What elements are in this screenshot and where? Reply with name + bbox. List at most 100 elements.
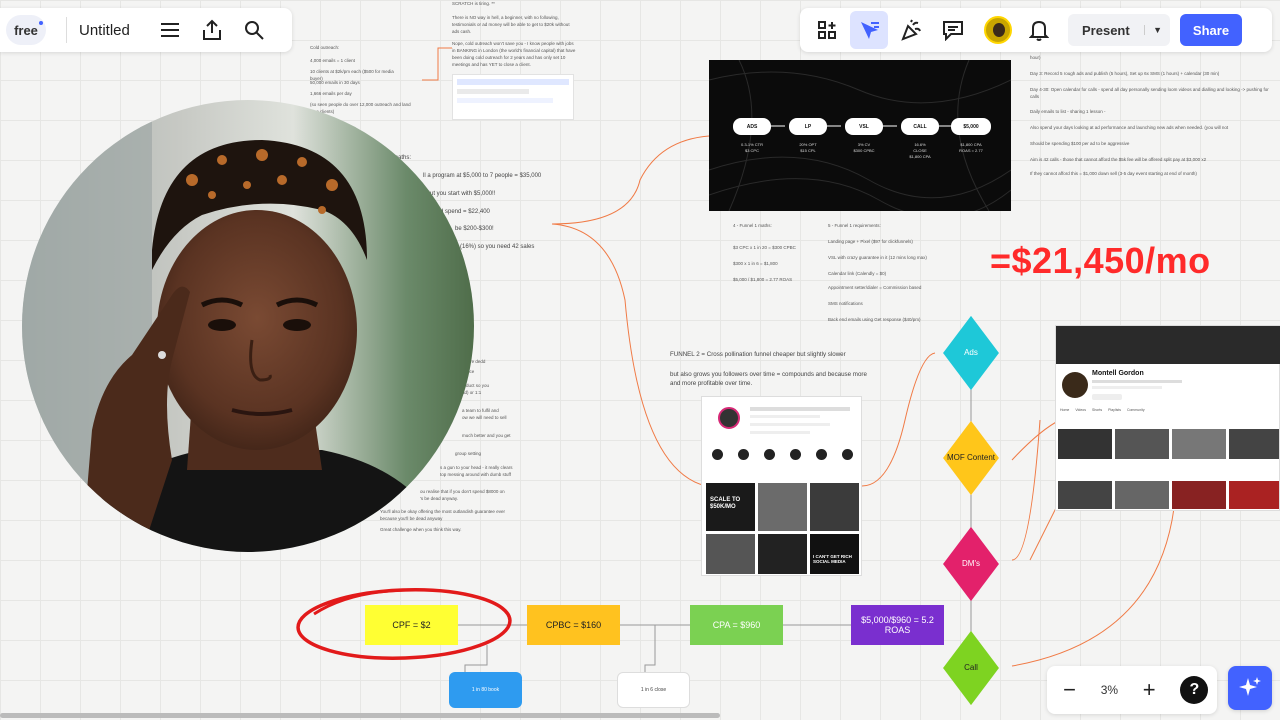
zoom-level[interactable]: 3% <box>1101 683 1118 697</box>
yt-channel-name: Montell Gordon <box>1092 370 1144 377</box>
zoom-controls: − 3% + ? <box>1047 666 1217 714</box>
funnel1-req-2: VSL with crazy guarantee in it (12 mins … <box>828 255 927 260</box>
right-note-5: Should be spending $100 per ad to be agg… <box>1030 141 1130 146</box>
funnel1-math-2: $300 x 1 in 6 = $1,800 <box>733 261 778 266</box>
funnel1-math-3: $5,000 / $1,800 = 2.77 ROAS <box>733 277 793 282</box>
funnel2-line2: but also grows you followers over time =… <box>670 371 867 387</box>
revenue-headline: =$21,450/mo <box>990 240 1211 281</box>
youtube-channel-screenshot: Montell Gordon Home Videos Shorts Playli… <box>1055 325 1280 511</box>
flow-step-call-label: Call <box>964 663 978 672</box>
presenter-portrait <box>22 100 474 552</box>
yt-video-3 <box>1172 429 1226 459</box>
zoom-out-button[interactable]: − <box>1056 677 1084 703</box>
red-highlight-circle <box>296 588 512 660</box>
funnel-stat-sale: $1,800 CPA ROAS = 2.77 <box>959 142 983 153</box>
notifications-bell-icon[interactable] <box>1020 11 1058 49</box>
funnel1-req-6: Back end emails using Get response ($40/… <box>828 317 921 322</box>
yt-video-5 <box>1058 481 1112 509</box>
canvas-scrollbar[interactable] <box>0 713 720 718</box>
yt-video-2 <box>1115 429 1169 459</box>
ai-sparkle-button[interactable] <box>1228 666 1272 710</box>
note-1-in-6-close[interactable]: 1 in 6 close <box>617 672 690 708</box>
ig-post-5 <box>758 534 807 574</box>
right-note-3: Daily emails to list - sharing 1 lesson … <box>1030 109 1106 114</box>
plan-badge[interactable]: free <box>6 15 46 45</box>
funnel-diagram-image: ADS LP VSL CALL $5,000 0.3-1% CTR $3 CPC… <box>709 60 1011 211</box>
flow-step-mof-label: MOF Content <box>946 453 995 462</box>
contour-pattern <box>709 60 1011 211</box>
ig-post-4 <box>706 534 755 574</box>
yt-tab-community: Community <box>1126 408 1145 412</box>
ig-post-1-text: SCALE TO $50K/MO <box>710 497 741 510</box>
board-title[interactable]: Untitled <box>79 22 130 39</box>
funnel-step-sale: $5,000 <box>951 118 991 135</box>
yt-video-4 <box>1229 429 1279 459</box>
present-button[interactable]: Present ▼ <box>1068 14 1170 46</box>
ig-highlights <box>712 449 853 461</box>
flow-step-dms-label: DM's <box>962 559 980 568</box>
presenter-photo-illustration <box>22 100 452 552</box>
right-note-1: Day 3: Record 5 rough ads and publish (5… <box>1030 71 1220 76</box>
flow-step-call[interactable]: Call <box>933 630 1009 706</box>
ig-post-1: SCALE TO $50K/MO <box>706 483 755 531</box>
ig-post-6-text: I CAN'T GET RICH SOCIAL MEDIA <box>813 554 852 564</box>
search-icon[interactable] <box>238 14 270 46</box>
sparkle-icon <box>1239 677 1261 696</box>
funnel-step-ads: ADS <box>733 118 771 135</box>
export-icon[interactable] <box>196 14 228 46</box>
right-note-0: hour) <box>1030 55 1041 60</box>
metric-cpa[interactable]: CPA = $960 <box>690 605 783 645</box>
funnel1-req-4: Appointment setter/dialer = Commission b… <box>828 285 922 290</box>
select-pointer-icon[interactable] <box>850 11 888 49</box>
yt-video-7 <box>1172 481 1226 509</box>
plan-badge-label: free <box>14 22 38 38</box>
plan-badge-dot <box>39 21 43 25</box>
funnel1-math-title: 4 - Funnel 1 maths: <box>733 223 772 228</box>
funnel1-req-title: 5 - Funnel 1 requirements: <box>828 223 881 228</box>
funnel-step-vsl: VSL <box>845 118 883 135</box>
right-note-6: Aim is 42 calls - those that cannot affo… <box>1030 157 1207 162</box>
share-button[interactable]: Share <box>1180 14 1242 46</box>
yt-video-8 <box>1229 481 1279 509</box>
metric-cpbc[interactable]: CPBC = $160 <box>527 605 620 645</box>
yt-tab-videos: Videos <box>1075 408 1086 412</box>
right-note-7: If they cannot afford this = $1,000 down… <box>1030 171 1197 176</box>
user-avatar[interactable] <box>984 16 1012 44</box>
yt-video-6 <box>1115 481 1169 509</box>
instagram-profile-screenshot: SCALE TO $50K/MO I CAN'T GET RICH SOCIAL… <box>701 396 862 576</box>
toolbar-divider <box>66 17 67 43</box>
funnel-step-call: CALL <box>901 118 939 135</box>
flow-step-ads-label: Ads <box>964 348 978 357</box>
right-note-4: Also spend your days looking at ad perfo… <box>1030 125 1229 130</box>
funnel1-req-5: SMS notifications <box>828 301 863 306</box>
funnel1-req-1: Landing page + Pixel ($97 for clickfunne… <box>828 239 913 244</box>
chevron-down-icon[interactable]: ▼ <box>1144 25 1162 35</box>
apps-icon[interactable] <box>808 11 846 49</box>
help-button[interactable]: ? <box>1180 676 1209 704</box>
zoom-in-button[interactable]: + <box>1135 677 1163 703</box>
ig-avatar <box>718 407 740 429</box>
right-note-2: Day 4-30: Open calendar for calls - spen… <box>1030 87 1269 99</box>
ig-post-3 <box>810 483 859 531</box>
yt-tab-playlists: Playlists <box>1108 408 1121 412</box>
flow-step-dms[interactable]: DM's <box>933 526 1009 602</box>
ig-post-6: I CAN'T GET RICH SOCIAL MEDIA <box>810 534 859 574</box>
present-button-label: Present <box>1082 22 1130 38</box>
ig-post-2 <box>758 483 807 531</box>
board-toolbar-right: Present ▼ Share <box>800 8 1272 52</box>
yt-tabs: Home Videos Shorts Playlists Community <box>1060 408 1145 412</box>
yt-tab-home: Home <box>1060 408 1070 412</box>
menu-icon[interactable] <box>154 14 186 46</box>
funnel-stat-call: 16.6% CLOSE $1,800 CPA <box>909 142 931 159</box>
yt-avatar <box>1062 372 1088 398</box>
funnel-stat-lp: 20% OPT $15 CPL <box>799 142 817 153</box>
flow-step-mof-content[interactable]: MOF Content <box>933 420 1009 496</box>
metric-roas[interactable]: $5,000/$960 = 5.2 ROAS <box>851 605 944 645</box>
flow-step-ads[interactable]: Ads <box>933 315 1009 391</box>
funnel1-req-3: Calendar link (Calendly = $0) <box>828 271 887 276</box>
yt-banner <box>1056 326 1280 364</box>
note-1-in-80-book[interactable]: 1 in 80 book <box>449 672 522 708</box>
funnel2-line1: FUNNEL 2 = Cross pollination funnel chea… <box>670 351 846 358</box>
celebrate-icon[interactable] <box>892 11 930 49</box>
comment-icon[interactable] <box>934 11 972 49</box>
